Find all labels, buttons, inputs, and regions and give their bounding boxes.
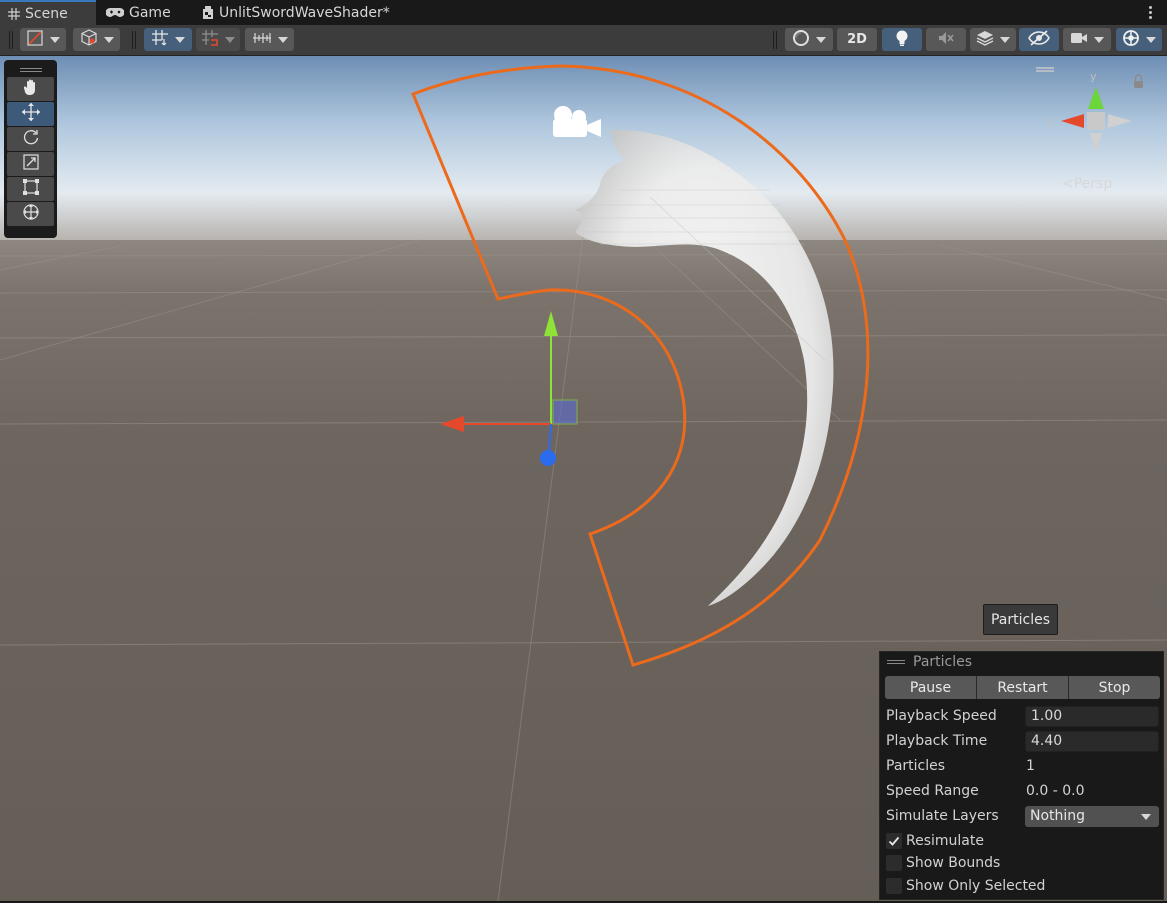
particles-count-label: Particles bbox=[886, 758, 946, 774]
move-tool-button[interactable] bbox=[7, 102, 54, 126]
pause-button[interactable]: Pause bbox=[885, 676, 977, 699]
video-camera-icon bbox=[1070, 31, 1088, 49]
transform-combined-icon bbox=[21, 202, 41, 226]
audio-toggle-button[interactable] bbox=[926, 28, 966, 51]
show-only-selected-row: Show Only Selected bbox=[886, 875, 1161, 897]
show-bounds-label: Show Bounds bbox=[906, 855, 1001, 871]
rect-tool-button[interactable] bbox=[7, 177, 54, 201]
simulate-layers-row: Simulate Layers Nothing bbox=[886, 805, 1161, 827]
ruler-snap-icon bbox=[252, 30, 272, 50]
resimulate-row: Resimulate bbox=[886, 830, 1161, 852]
move-arrows-icon bbox=[21, 102, 41, 126]
eye-hidden-icon bbox=[1028, 29, 1050, 50]
persp-label: Persp bbox=[1073, 176, 1113, 192]
render-mode-dropdown[interactable] bbox=[73, 28, 120, 51]
scale-icon bbox=[22, 153, 40, 175]
increment-snapping-dropdown[interactable] bbox=[245, 28, 294, 51]
grid-snap-icon bbox=[201, 29, 219, 50]
persp-chevron-icon: < bbox=[1062, 176, 1074, 192]
show-bounds-row: Show Bounds bbox=[886, 852, 1161, 874]
toolbar-grip bbox=[9, 31, 13, 49]
lighting-toggle-button[interactable] bbox=[882, 28, 922, 51]
playback-time-row: Playback Time 4.40 bbox=[886, 730, 1161, 752]
light-bulb-icon bbox=[895, 29, 909, 51]
speaker-muted-icon bbox=[937, 30, 955, 50]
playback-speed-field[interactable]: 1.00 bbox=[1025, 705, 1159, 727]
tab-label: Scene bbox=[25, 5, 68, 22]
toolbar-grip bbox=[773, 31, 777, 49]
layers-stack-icon bbox=[976, 30, 994, 50]
grid-icon bbox=[151, 29, 169, 50]
show-bounds-checkbox[interactable] bbox=[886, 855, 902, 871]
simulate-layers-value: Nothing bbox=[1030, 808, 1086, 824]
hidden-objects-toggle[interactable] bbox=[1019, 28, 1059, 51]
particles-overlay-panel: Particles Pause Restart Stop Playback Sp… bbox=[879, 651, 1164, 900]
axis-x-label: x bbox=[1047, 115, 1054, 128]
playback-speed-label: Playback Speed bbox=[886, 708, 997, 724]
speed-range-value: 0.0 - 0.0 bbox=[1026, 783, 1085, 799]
playback-time-label: Playback Time bbox=[886, 733, 988, 749]
cube-icon bbox=[80, 29, 98, 50]
playback-time-field[interactable]: 4.40 bbox=[1025, 730, 1159, 752]
particles-count-value: 1 bbox=[1026, 758, 1035, 774]
sphere-outline-icon bbox=[792, 29, 810, 51]
grid-visibility-toggle[interactable] bbox=[144, 28, 192, 51]
rect-transform-icon bbox=[22, 178, 40, 200]
drag-handle-icon bbox=[887, 660, 905, 664]
checkmark-icon bbox=[888, 836, 900, 846]
effects-dropdown[interactable] bbox=[970, 28, 1016, 51]
tab-label: UnlitSwordWaveShader* bbox=[219, 4, 390, 21]
particles-count-row: Particles 1 bbox=[886, 755, 1161, 777]
axis-y-label: y bbox=[1090, 70, 1097, 83]
tab-unlit-sword-wave-shader[interactable]: UnlitSwordWaveShader* bbox=[194, 0, 424, 25]
camera-settings-dropdown[interactable] bbox=[1063, 28, 1111, 51]
transform-tool-button[interactable] bbox=[7, 202, 54, 226]
rotate-icon bbox=[22, 128, 40, 150]
grid-snapping-dropdown[interactable] bbox=[196, 28, 240, 51]
simulate-layers-label: Simulate Layers bbox=[886, 808, 999, 824]
gizmo-globe-icon bbox=[1122, 29, 1140, 51]
gizmos-dropdown[interactable] bbox=[1116, 28, 1162, 51]
stop-button[interactable]: Stop bbox=[1069, 676, 1160, 699]
draw-mode-dropdown[interactable] bbox=[20, 28, 66, 51]
tab-bar: Scene Game UnlitSwordWaveShader* bbox=[0, 0, 1167, 25]
scale-tool-button[interactable] bbox=[7, 152, 54, 176]
tab-game[interactable]: Game bbox=[98, 0, 194, 25]
resimulate-label: Resimulate bbox=[906, 833, 984, 849]
shaded-draw-mode-icon bbox=[26, 29, 44, 50]
tab-label: Game bbox=[129, 4, 171, 21]
palette-grip[interactable] bbox=[7, 63, 54, 77]
panel-title: Particles bbox=[913, 654, 973, 670]
kebab-menu-icon[interactable] bbox=[1143, 3, 1157, 21]
perspective-toggle[interactable]: <Persp bbox=[1062, 176, 1112, 192]
simulate-layers-dropdown[interactable]: Nothing bbox=[1025, 805, 1159, 827]
playback-speed-row: Playback Speed 1.00 bbox=[886, 705, 1161, 727]
gamepad-icon bbox=[106, 7, 124, 18]
show-only-selected-label: Show Only Selected bbox=[906, 878, 1046, 894]
tab-scene[interactable]: Scene bbox=[0, 0, 96, 25]
rotate-tool-button[interactable] bbox=[7, 127, 54, 151]
panel-header[interactable]: Particles bbox=[880, 652, 1163, 672]
dropdown-arrow-icon bbox=[1141, 813, 1151, 820]
2d-toggle-button[interactable]: 2D bbox=[837, 28, 877, 51]
transform-tools-palette bbox=[4, 60, 57, 238]
resimulate-checkbox[interactable] bbox=[886, 833, 902, 849]
playback-buttons: Pause Restart Stop bbox=[885, 676, 1160, 699]
show-only-selected-checkbox[interactable] bbox=[886, 878, 902, 894]
shader-graph-icon bbox=[202, 5, 214, 20]
hand-icon bbox=[22, 78, 40, 100]
speed-range-label: Speed Range bbox=[886, 783, 979, 799]
hand-tool-button[interactable] bbox=[7, 77, 54, 101]
scene-toolbar: 2D bbox=[0, 25, 1167, 56]
speed-range-row: Speed Range 0.0 - 0.0 bbox=[886, 780, 1161, 802]
toolbar-grip bbox=[132, 31, 136, 49]
particles-overlay-toggle[interactable]: Particles bbox=[983, 604, 1058, 635]
grid-hash-icon bbox=[8, 7, 20, 20]
scene-view-debug-dropdown[interactable] bbox=[785, 28, 833, 51]
restart-button[interactable]: Restart bbox=[977, 676, 1069, 699]
